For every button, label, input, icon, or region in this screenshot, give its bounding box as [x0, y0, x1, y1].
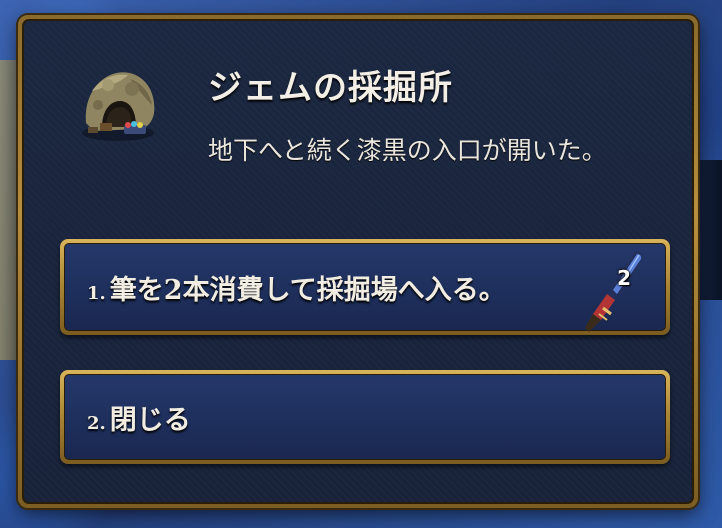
option-enter-mine-button[interactable]: 1. 筆を2本消費して採掘場へ入る。 2 [60, 239, 670, 335]
event-title: ジェムの採掘所 [208, 68, 453, 108]
brush-cost-count: 2 [617, 266, 631, 290]
background-tile [698, 160, 722, 300]
event-dialog: ジェムの採掘所 地下へと続く漆黒の入口が開いた。 1. 筆を2本消費して採掘場へ入… [18, 15, 698, 508]
option-text: 閉じる [109, 404, 191, 436]
option-number: 2. [87, 412, 106, 434]
option-label: 2. 閉じる [87, 398, 191, 437]
event-description: 地下へと続く漆黒の入口が開いた。 [208, 136, 607, 165]
option-button-face: 2. 閉じる [64, 374, 666, 460]
gem-mine-icon [82, 72, 155, 141]
option-button-face: 1. 筆を2本消費して採掘場へ入る。 2 [64, 243, 666, 332]
option-close-button[interactable]: 2. 閉じる [60, 370, 670, 464]
option-label: 1. 筆を2本消費して採掘場へ入る。 [87, 268, 506, 307]
option-text: 筆を2本消費して採掘場へ入る。 [109, 274, 506, 306]
event-dialog-panel: ジェムの採掘所 地下へと続く漆黒の入口が開いた。 1. 筆を2本消費して採掘場へ入… [22, 19, 694, 504]
brush-icon [585, 251, 643, 332]
option-number: 1. [87, 282, 106, 304]
game-screen: ジェムの採掘所 地下へと続く漆黒の入口が開いた。 1. 筆を2本消費して採掘場へ入… [0, 0, 722, 528]
